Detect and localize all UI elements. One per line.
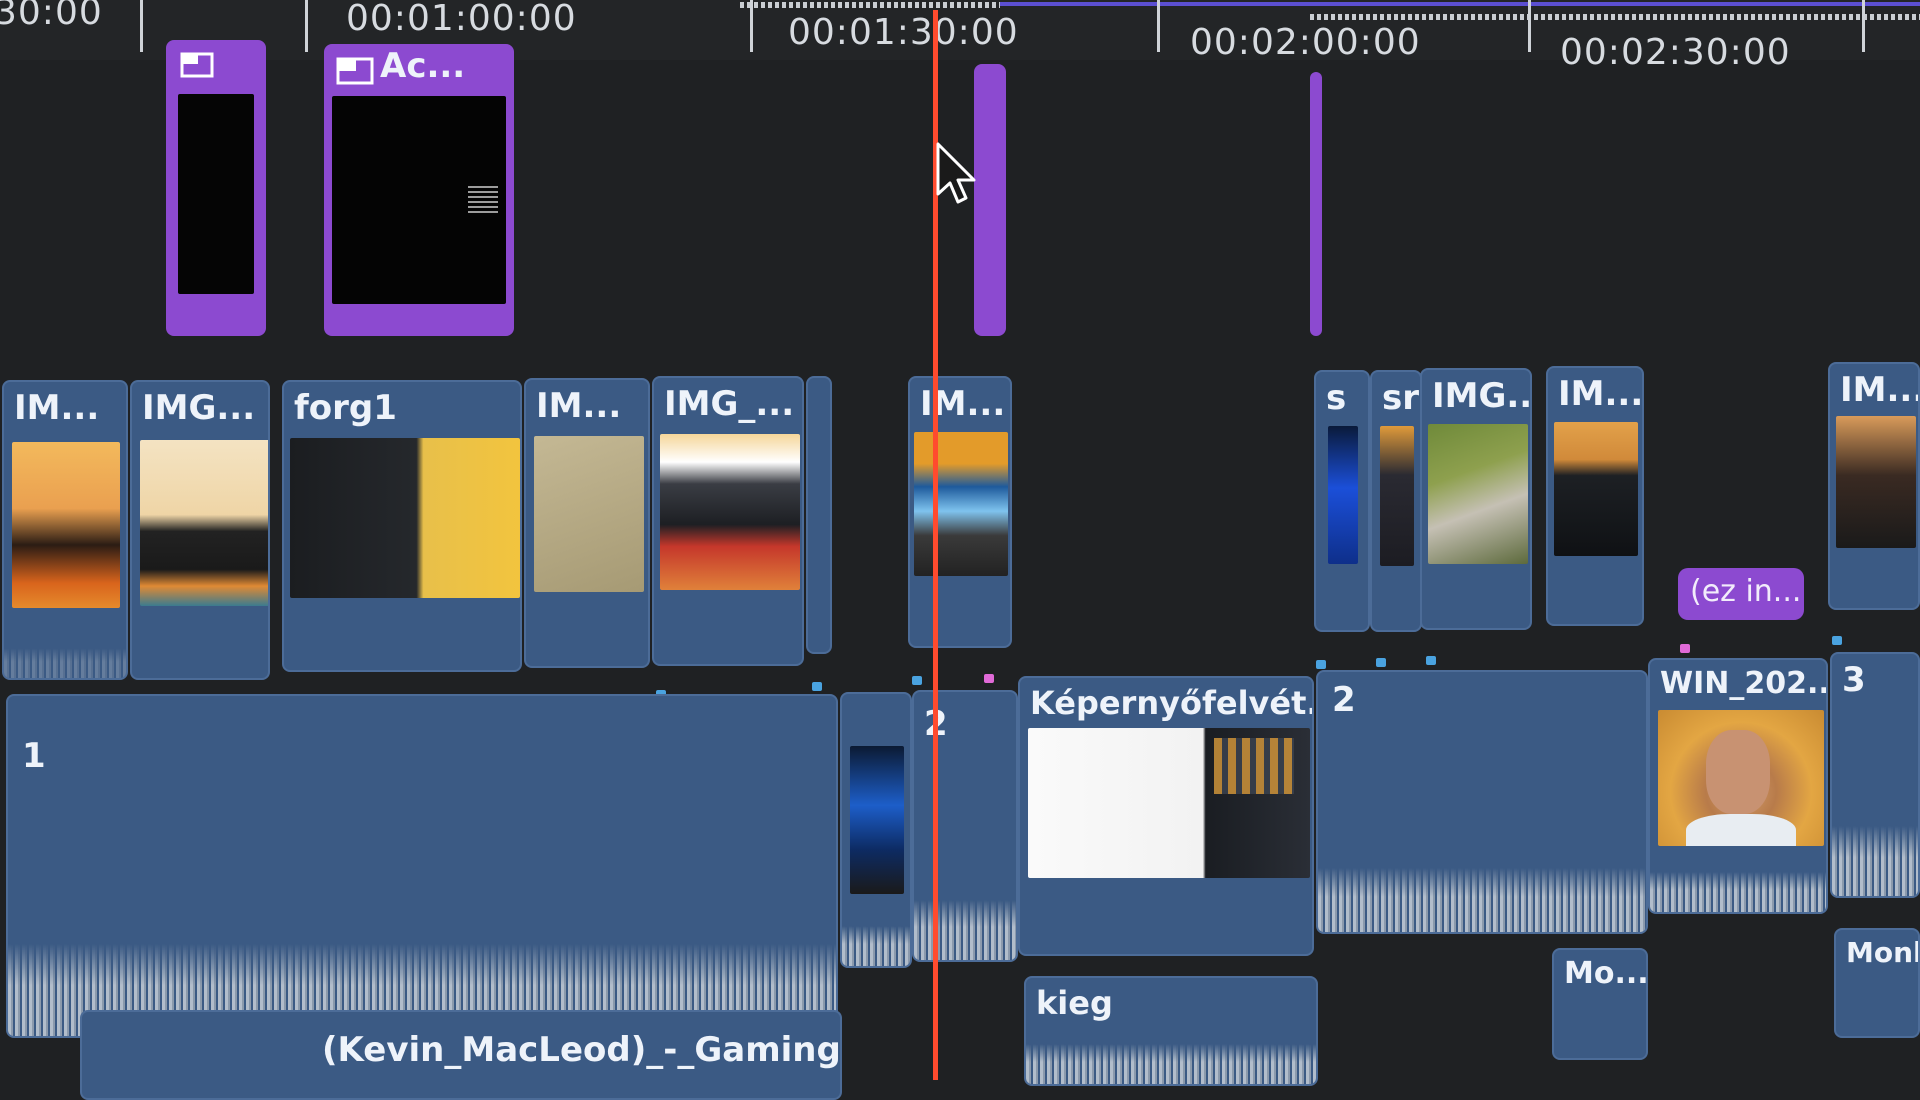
clip-label: forg1	[294, 388, 397, 428]
ruler-tick	[1157, 0, 1160, 52]
timecode-label: 00:01:30:00	[788, 12, 1019, 53]
clip-label: WIN_202...	[1660, 666, 1828, 701]
title-clip-icon	[336, 54, 376, 88]
audio-waveform	[4, 648, 126, 678]
clip-label: 1	[22, 736, 46, 776]
broll-clip[interactable]: IM...	[908, 376, 1012, 648]
clip-label: (Kevin_MacLeod)_-_Gaming_Ba...	[322, 1030, 841, 1070]
timecode-label: 30:00	[0, 0, 103, 33]
clip-thumbnail	[914, 432, 1008, 576]
clip-label: IM...	[1840, 370, 1920, 410]
title-clip-icon	[180, 50, 214, 80]
broll-clip[interactable]: IM...	[524, 378, 650, 668]
clip-thumbnail	[1554, 422, 1638, 556]
primary-clip-1[interactable]: 1	[6, 694, 838, 1038]
marker[interactable]	[1680, 644, 1690, 653]
ruler-range-bar	[1000, 2, 1920, 6]
audio-waveform	[914, 900, 1016, 960]
clip-thumbnail	[1028, 728, 1310, 878]
ruler-tick	[140, 0, 143, 52]
broll-clip[interactable]: IMG...	[130, 380, 270, 680]
title-chip[interactable]: (ez in...	[1678, 568, 1804, 620]
audio-waveform	[1650, 872, 1826, 912]
ruler-tick	[1862, 0, 1865, 52]
connected-clip-thin[interactable]	[1310, 72, 1322, 336]
ruler-tick	[1528, 0, 1531, 52]
clip-thumbnail	[850, 746, 904, 894]
marker[interactable]	[1426, 656, 1436, 665]
clip-thumbnail	[1836, 416, 1916, 548]
clip-label: s	[1326, 378, 1347, 418]
clip-thumbnail	[12, 442, 120, 608]
broll-clip[interactable]: IMG...	[1420, 368, 1532, 630]
timecode-label: 00:02:00:00	[1190, 22, 1421, 63]
audio-waveform	[842, 926, 910, 966]
title-chip-label: (ez in...	[1690, 574, 1802, 609]
mouse-cursor-icon	[934, 142, 982, 206]
clip-label: IMG_...	[664, 384, 795, 424]
broll-clip[interactable]: sr	[1370, 370, 1422, 632]
clip-thumbnail	[1658, 710, 1824, 846]
ruler-render-indicator	[1310, 14, 1920, 20]
clip-label: Ac...	[380, 46, 466, 86]
clip-label: IMG...	[1432, 376, 1532, 416]
clip-label: IM...	[1558, 374, 1644, 414]
clip-label: sr	[1382, 378, 1420, 418]
timecode-label: 00:02:30:00	[1560, 32, 1791, 73]
marker[interactable]	[984, 674, 994, 683]
broll-clip[interactable]: IMG_...	[652, 376, 804, 666]
clip-thumbnail	[332, 96, 506, 304]
connected-clip-ac[interactable]: Ac...	[324, 44, 514, 336]
primary-clip-2b[interactable]: 2	[1316, 670, 1648, 934]
clip-label: 3	[1842, 660, 1866, 700]
clip-label: 2	[1332, 680, 1356, 720]
clip-label: Monke	[1846, 936, 1918, 969]
audio-waveform	[1832, 826, 1918, 896]
clip-thumbnail	[290, 438, 520, 598]
marker[interactable]	[1832, 636, 1842, 645]
primary-clip[interactable]	[840, 692, 912, 968]
clip-thumbnail	[660, 434, 800, 590]
clip-thumbnail	[1380, 426, 1414, 566]
clip-label: IM...	[14, 388, 100, 428]
broll-clip-sliver[interactable]	[806, 376, 832, 654]
clip-thumbnail	[1328, 426, 1358, 564]
broll-clip-forg1[interactable]: forg1	[282, 380, 522, 672]
clip-label: kieg	[1036, 984, 1113, 1022]
timecode-label: 00:01:00:00	[346, 0, 577, 39]
marker[interactable]	[812, 682, 822, 691]
broll-clip[interactable]: IM...	[2, 380, 128, 680]
marker[interactable]	[1316, 660, 1326, 669]
audio-clip-monke[interactable]: Monke	[1834, 928, 1920, 1038]
ruler-tick	[305, 0, 308, 52]
primary-clip-win[interactable]: WIN_202...	[1648, 658, 1828, 914]
primary-clip-2[interactable]: 2	[912, 690, 1018, 962]
marker[interactable]	[1376, 658, 1386, 667]
broll-clip[interactable]: IM...	[1828, 362, 1920, 610]
music-clip[interactable]: (Kevin_MacLeod)_-_Gaming_Ba...	[80, 1010, 842, 1100]
audio-waveform	[1318, 868, 1646, 932]
clip-thumbnail	[534, 436, 644, 592]
ruler-tick	[750, 0, 753, 52]
broll-clip[interactable]: s	[1314, 370, 1370, 632]
connected-clip[interactable]	[166, 40, 266, 336]
clip-thumbnail	[178, 94, 254, 294]
audio-clip-mo[interactable]: Mo...	[1552, 948, 1648, 1060]
primary-clip-3[interactable]: 3	[1830, 652, 1920, 898]
clip-thumbnail	[140, 440, 268, 606]
broll-clip[interactable]: IM...	[1546, 366, 1644, 626]
marker[interactable]	[912, 676, 922, 685]
primary-clip-screen-recording[interactable]: Képernyőfelvét...	[1018, 676, 1314, 956]
audio-waveform	[1026, 1044, 1316, 1084]
clip-label: Képernyőfelvét...	[1030, 684, 1314, 722]
clip-label: IMG...	[142, 388, 256, 428]
clip-label: IM...	[536, 386, 622, 426]
clip-label: Mo...	[1564, 956, 1648, 991]
timeline-ruler[interactable]: 30:00 00:01:00:00 00:01:30:00 00:02:00:0…	[0, 0, 1920, 73]
clip-thumbnail	[1428, 424, 1528, 564]
ruler-render-indicator	[740, 2, 1000, 8]
audio-clip-kieg[interactable]: kieg	[1024, 976, 1318, 1086]
